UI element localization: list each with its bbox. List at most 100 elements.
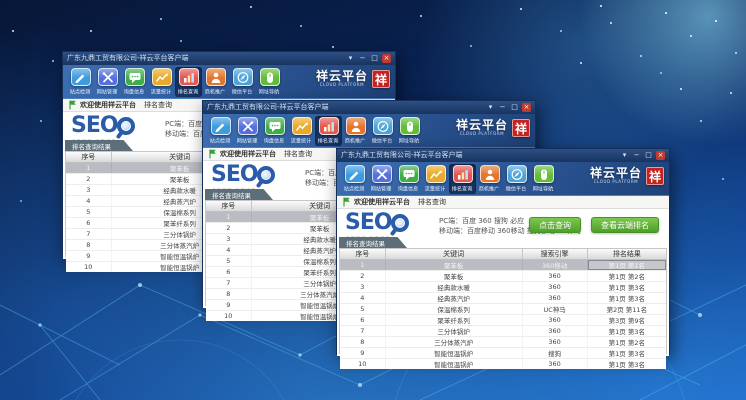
table-row[interactable]: 5保温棉系列UC神马第2页 第11名	[340, 304, 666, 315]
toolbar-item-site-nav[interactable]: 网址导航	[530, 164, 557, 194]
breadcrumb-welcome: 欢迎使用祥云平台	[354, 197, 410, 207]
column-header[interactable]: 搜索引擎	[523, 249, 588, 259]
toolbar-item-wechat-platform[interactable]: 微信平台	[503, 164, 530, 194]
toolbar-item-label: 商机推广	[345, 137, 365, 145]
cell-rank: 第3页 第9名	[588, 315, 666, 325]
table-row[interactable]: 9智能恒温锅炉搜狗第1页 第3名	[340, 348, 666, 359]
site-nav-icon	[534, 165, 554, 183]
cell-no: 10	[340, 359, 386, 369]
cell-no: 9	[206, 300, 252, 310]
brand-subtitle: CLOUD PLATFORM	[320, 82, 364, 88]
seo-logo-text: SEO	[345, 213, 392, 233]
maximize-button[interactable]: □	[644, 151, 653, 160]
toolbar-item-traffic-stats[interactable]: 流量统计	[288, 116, 315, 146]
window-title: 广东九鼎工贸有限公司-祥云平台客户端	[341, 149, 620, 162]
view-cloud-ranking-button[interactable]: 查看云端排名	[591, 217, 659, 233]
toolbar-item-label: 微信平台	[232, 88, 252, 96]
maximize-button[interactable]: □	[370, 54, 379, 63]
cell-no: 9	[66, 251, 112, 261]
cell-no: 3	[66, 185, 112, 195]
toolbar-item-wechat-platform[interactable]: 微信平台	[229, 67, 256, 97]
skin-button[interactable]: ▾	[346, 54, 355, 63]
content-area: SEO 点击刷新 查看排名 PC端：百度 360 搜狗 必应 移动端：百度移动 …	[337, 209, 669, 356]
toolbar-item-rank-query[interactable]: 排名查询	[449, 164, 476, 194]
window-controls: ▾−□×	[346, 54, 391, 63]
close-button[interactable]: ×	[656, 151, 665, 160]
site-manage-icon	[98, 68, 118, 86]
skin-button[interactable]: ▾	[486, 103, 495, 112]
toolbar-item-promotion[interactable]: 商机推广	[202, 67, 229, 97]
column-header[interactable]: 序号	[66, 152, 112, 162]
table-row[interactable]: 4经典蒸汽炉360第1页 第3名	[340, 293, 666, 304]
toolbar-item-site-manage[interactable]: 网站管理	[368, 164, 395, 194]
title-bar[interactable]: 广东九鼎工贸有限公司-祥云平台客户端 ▾−□×	[203, 101, 535, 114]
toolbar-item-site-check[interactable]: 站点检测	[341, 164, 368, 194]
table-row[interactable]: 7三分体锅炉360第1页 第3名	[340, 326, 666, 337]
table-body: 1聚苯板360移动第1页 第1名2聚苯板360第1页 第2名3经典款水暖360第…	[340, 260, 666, 369]
toolbar-item-traffic-stats[interactable]: 流量统计	[422, 164, 449, 194]
query-button[interactable]: 点击查询	[529, 217, 581, 233]
toolbar-item-site-check[interactable]: 站点检测	[207, 116, 234, 146]
table-row[interactable]: 1聚苯板360移动第1页 第1名	[340, 260, 666, 271]
cell-no: 2	[206, 223, 252, 233]
toolbar-item-promotion[interactable]: 商机推广	[342, 116, 369, 146]
promotion-icon	[480, 165, 500, 183]
toolbar-item-wechat-platform[interactable]: 微信平台	[369, 116, 396, 146]
inquiry-info-icon	[265, 117, 285, 135]
table-row[interactable]: 6聚苯纤系列360第3页 第9名	[340, 315, 666, 326]
seo-logo-text: SEO	[211, 165, 258, 185]
cell-engine: 360	[523, 293, 588, 303]
toolbar-item-inquiry-info[interactable]: 询盘信息	[395, 164, 422, 194]
table-row[interactable]: 8三分体蒸汽炉360第1页 第2名	[340, 337, 666, 348]
maximize-button[interactable]: □	[510, 103, 519, 112]
cell-engine: 360	[523, 359, 588, 369]
results-tab[interactable]: 排名查询结果	[65, 140, 133, 151]
toolbar-item-label: 网址导航	[533, 185, 553, 193]
toolbar-item-label: 商机推广	[479, 185, 499, 193]
cell-no: 7	[66, 229, 112, 239]
brand-logo: 祥云平台 CLOUD PLATFORM 祥	[316, 70, 390, 88]
desktop-wallpaper: 广东九鼎工贸有限公司-祥云平台客户端 ▾−□× 站点检测网站管理询盘信息流量统计…	[0, 0, 746, 400]
toolbar-item-inquiry-info[interactable]: 询盘信息	[121, 67, 148, 97]
table-row[interactable]: 3经典款水暖360第1页 第3名	[340, 282, 666, 293]
minimize-button[interactable]: −	[358, 54, 367, 63]
toolbar-item-traffic-stats[interactable]: 流量统计	[148, 67, 175, 97]
flag-icon	[343, 197, 351, 207]
toolbar-item-site-nav[interactable]: 网址导航	[396, 116, 423, 146]
toolbar-item-site-nav[interactable]: 网址导航	[256, 67, 283, 97]
column-header[interactable]: 关键词	[386, 249, 523, 259]
toolbar-item-rank-query[interactable]: 排名查询	[315, 116, 342, 146]
table-row[interactable]: 2聚苯板360第1页 第2名	[340, 271, 666, 282]
cell-no: 7	[340, 326, 386, 336]
cell-no: 10	[66, 262, 112, 272]
minimize-button[interactable]: −	[632, 151, 641, 160]
column-header[interactable]: 序号	[340, 249, 386, 259]
brand-name: 祥云平台	[316, 70, 368, 82]
toolbar-item-site-manage[interactable]: 网站管理	[94, 67, 121, 97]
column-header[interactable]: 排名结果	[588, 249, 666, 259]
table-row[interactable]: 10智能恒温锅炉360第1页 第3名	[340, 359, 666, 369]
cell-no: 7	[206, 278, 252, 288]
rank-query-icon	[453, 165, 473, 183]
results-tab[interactable]: 排名查询结果	[205, 189, 273, 200]
rank-query-icon	[179, 68, 199, 86]
flag-icon	[69, 100, 77, 110]
close-button[interactable]: ×	[382, 54, 391, 63]
results-tab[interactable]: 排名查询结果	[339, 237, 407, 248]
inquiry-info-icon	[399, 165, 419, 183]
toolbar-item-rank-query[interactable]: 排名查询	[175, 67, 202, 97]
column-header[interactable]: 序号	[206, 201, 252, 211]
toolbar-item-inquiry-info[interactable]: 询盘信息	[261, 116, 288, 146]
title-bar[interactable]: 广东九鼎工贸有限公司-祥云平台客户端 ▾−□×	[337, 149, 669, 162]
toolbar-item-site-manage[interactable]: 网站管理	[234, 116, 261, 146]
brand-seal: 祥	[646, 167, 664, 185]
title-bar[interactable]: 广东九鼎工贸有限公司-祥云平台客户端 ▾−□×	[63, 52, 395, 65]
cell-engine: 搜狗	[523, 348, 588, 358]
cell-no: 1	[66, 163, 112, 173]
minimize-button[interactable]: −	[498, 103, 507, 112]
toolbar-item-site-check[interactable]: 站点检测	[67, 67, 94, 97]
skin-button[interactable]: ▾	[620, 151, 629, 160]
close-button[interactable]: ×	[522, 103, 531, 112]
toolbar: 站点检测网站管理询盘信息流量统计排名查询商机推广微信平台网址导航 祥云平台 CL…	[203, 114, 535, 148]
toolbar-item-promotion[interactable]: 商机推广	[476, 164, 503, 194]
